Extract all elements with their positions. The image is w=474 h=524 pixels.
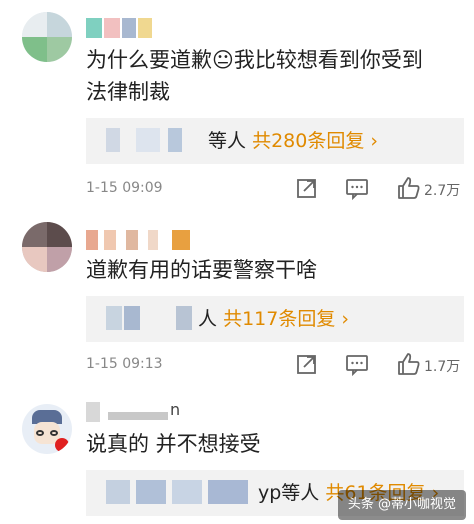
comment-text: 为什么要道歉😐我比较想看到你受到 法律制裁 [86, 44, 423, 108]
reply-user-blurred [106, 480, 256, 504]
comment-text-line: 法律制裁 [86, 80, 170, 104]
avatar[interactable] [22, 404, 72, 454]
reply-user-blurred [106, 306, 196, 330]
reply-users-suffix: yp等人 [258, 482, 320, 504]
reply-user-blurred [106, 128, 206, 152]
avatar[interactable] [22, 12, 72, 62]
username-blurred[interactable] [86, 18, 156, 38]
comment-icon[interactable] [344, 175, 370, 201]
reply-users-suffix: 等人 [208, 130, 247, 152]
reply-count[interactable]: 共117条回复 › [223, 308, 349, 330]
reply-preview[interactable]: 人 共117条回复 › [86, 296, 464, 342]
username-blurred[interactable]: n [86, 400, 182, 422]
username-tail: n [170, 400, 181, 419]
username-blurred[interactable] [86, 230, 190, 250]
share-icon[interactable] [294, 351, 320, 377]
like-count: 1.7万 [424, 359, 461, 375]
reply-preview[interactable]: 等人 共280条回复 › [86, 118, 464, 164]
reply-summary[interactable]: 人 共117条回复 › [198, 304, 349, 331]
like-count: 2.7万 [424, 183, 461, 199]
comment-text-line: 说真的 并不想接受 [86, 432, 261, 456]
watermark: 头条 @蒂小咖视觉 [337, 490, 466, 520]
comment-text-line: 为什么要道歉😐我比较想看到你受到 [86, 48, 423, 72]
reply-count[interactable]: 共280条回复 › [252, 130, 378, 152]
thumbs-up-icon[interactable] [396, 175, 422, 201]
comment-text: 道歉有用的话要警察干啥 [86, 254, 317, 286]
reply-summary[interactable]: 等人 共280条回复 › [208, 126, 378, 153]
comment-icon[interactable] [344, 351, 370, 377]
comment-text: 说真的 并不想接受 [86, 428, 261, 460]
thumbs-up-icon[interactable] [396, 351, 422, 377]
timestamp: 1-15 09:09 [86, 180, 163, 196]
reply-users-suffix: 人 [198, 308, 218, 330]
timestamp: 1-15 09:13 [86, 356, 163, 372]
comment-text-line: 道歉有用的话要警察干啥 [86, 258, 317, 282]
avatar[interactable] [22, 222, 72, 272]
share-icon[interactable] [294, 175, 320, 201]
